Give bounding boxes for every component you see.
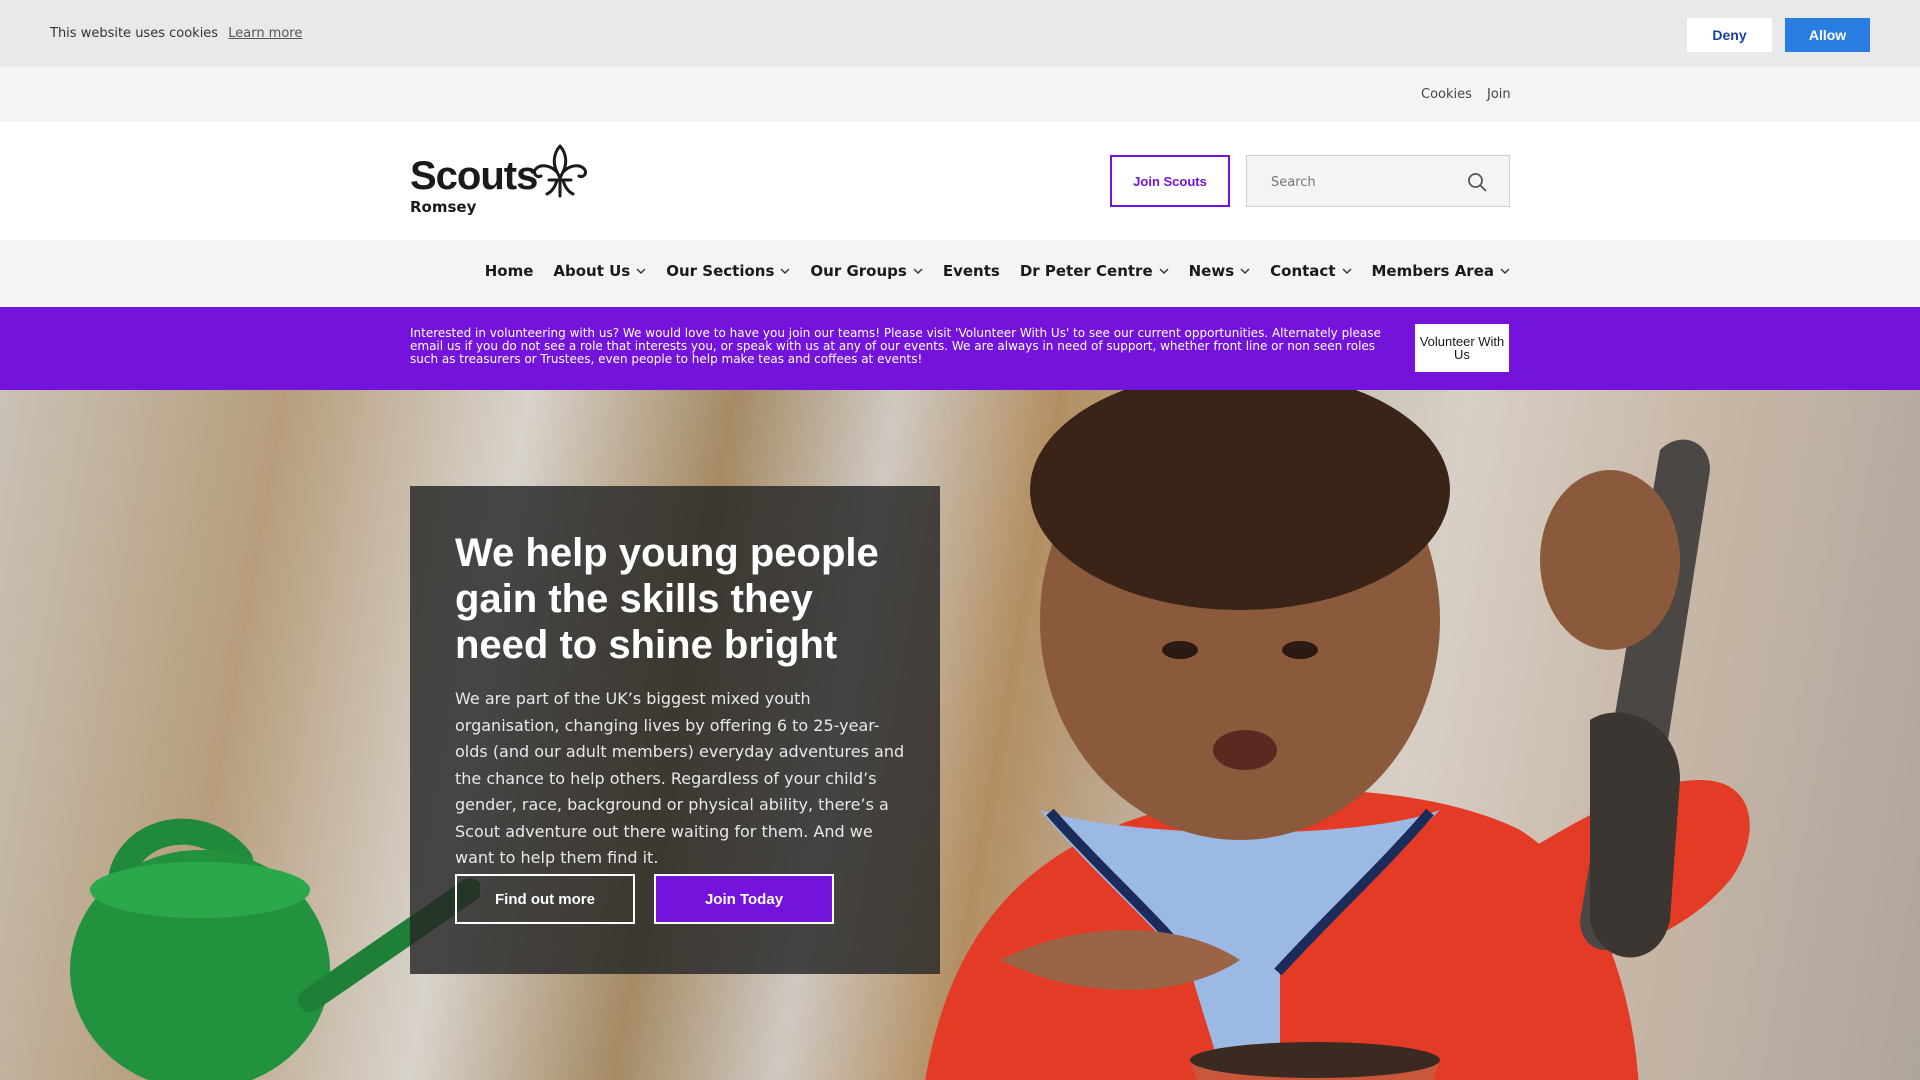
join-scouts-button[interactable]: Join Scouts xyxy=(1110,155,1230,207)
nav-item-home[interactable]: Home xyxy=(485,262,534,280)
utility-bar: Cookies Join xyxy=(0,67,1920,122)
hero-body: We are part of the UK’s biggest mixed yo… xyxy=(455,689,905,867)
nav-item-label: Our Sections xyxy=(666,262,775,280)
cookie-bar: This website uses cookies Learn more Den… xyxy=(0,0,1920,67)
cookie-learn-more-link[interactable]: Learn more xyxy=(228,26,302,41)
chevron-down-icon xyxy=(1240,268,1250,274)
cookie-text: This website uses cookies xyxy=(50,26,219,41)
chevron-down-icon xyxy=(913,268,923,274)
child-gardening-image xyxy=(925,390,1750,1080)
nav-item-dr-peter-centre[interactable]: Dr Peter Centre xyxy=(1020,262,1169,280)
nav-item-label: Dr Peter Centre xyxy=(1019,262,1153,280)
volunteer-banner-text: Interested in volunteering with us? We w… xyxy=(410,326,1381,366)
nav-item-label: Home xyxy=(484,262,534,280)
search-icon[interactable] xyxy=(1467,172,1487,192)
cookie-deny-button[interactable]: Deny xyxy=(1687,18,1772,52)
utility-link-cookies[interactable]: Cookies xyxy=(1421,87,1472,102)
volunteer-with-us-button[interactable]: Volunteer With Us xyxy=(1415,324,1509,372)
nav-item-label: News xyxy=(1188,262,1235,280)
utility-link-join[interactable]: Join xyxy=(1487,87,1511,102)
search-box xyxy=(1246,155,1510,207)
cookie-message: This website uses cookies Learn more xyxy=(50,26,302,41)
hero-panel: We help young people gain the skills the… xyxy=(410,486,940,974)
fleur-de-lis-icon xyxy=(533,144,587,198)
nav-item-label: Members Area xyxy=(1371,262,1495,280)
hero-title: We help young people gain the skills the… xyxy=(455,531,879,667)
nav-item-label: Our Groups xyxy=(810,262,907,280)
logo-wordmark: Scouts xyxy=(410,154,538,198)
chevron-down-icon xyxy=(636,268,646,274)
nav-item-label: Events xyxy=(942,262,1000,280)
nav-item-contact[interactable]: Contact xyxy=(1270,262,1351,280)
find-out-more-button[interactable]: Find out more xyxy=(455,874,635,924)
nav-item-label: Contact xyxy=(1270,262,1336,280)
logo-subtitle: Romsey xyxy=(410,198,477,216)
nav-item-news[interactable]: News xyxy=(1189,262,1251,280)
search-input[interactable] xyxy=(1271,172,1461,192)
volunteer-banner: Interested in volunteering with us? We w… xyxy=(0,307,1920,390)
hero-section: We help young people gain the skills the… xyxy=(0,390,1920,1080)
chevron-down-icon xyxy=(1159,268,1169,274)
cookie-allow-button[interactable]: Allow xyxy=(1785,18,1870,52)
nav-item-our-sections[interactable]: Our Sections xyxy=(666,262,790,280)
join-today-button[interactable]: Join Today xyxy=(654,874,834,924)
nav-item-about-us[interactable]: About Us xyxy=(553,262,646,280)
site-header: Scouts Romsey Join Scouts xyxy=(0,122,1920,240)
nav-item-events[interactable]: Events xyxy=(943,262,1000,280)
nav-item-our-groups[interactable]: Our Groups xyxy=(810,262,923,280)
main-nav-items: Home About Us Our Sections Our Groups Events… xyxy=(485,262,1510,280)
nav-item-members-area[interactable]: Members Area xyxy=(1372,262,1511,280)
chevron-down-icon xyxy=(1500,268,1510,274)
chevron-down-icon xyxy=(780,268,790,274)
chevron-down-icon xyxy=(1342,268,1351,274)
nav-item-label: About Us xyxy=(553,262,631,280)
main-nav: Home About Us Our Sections Our Groups Events… xyxy=(0,240,1920,307)
